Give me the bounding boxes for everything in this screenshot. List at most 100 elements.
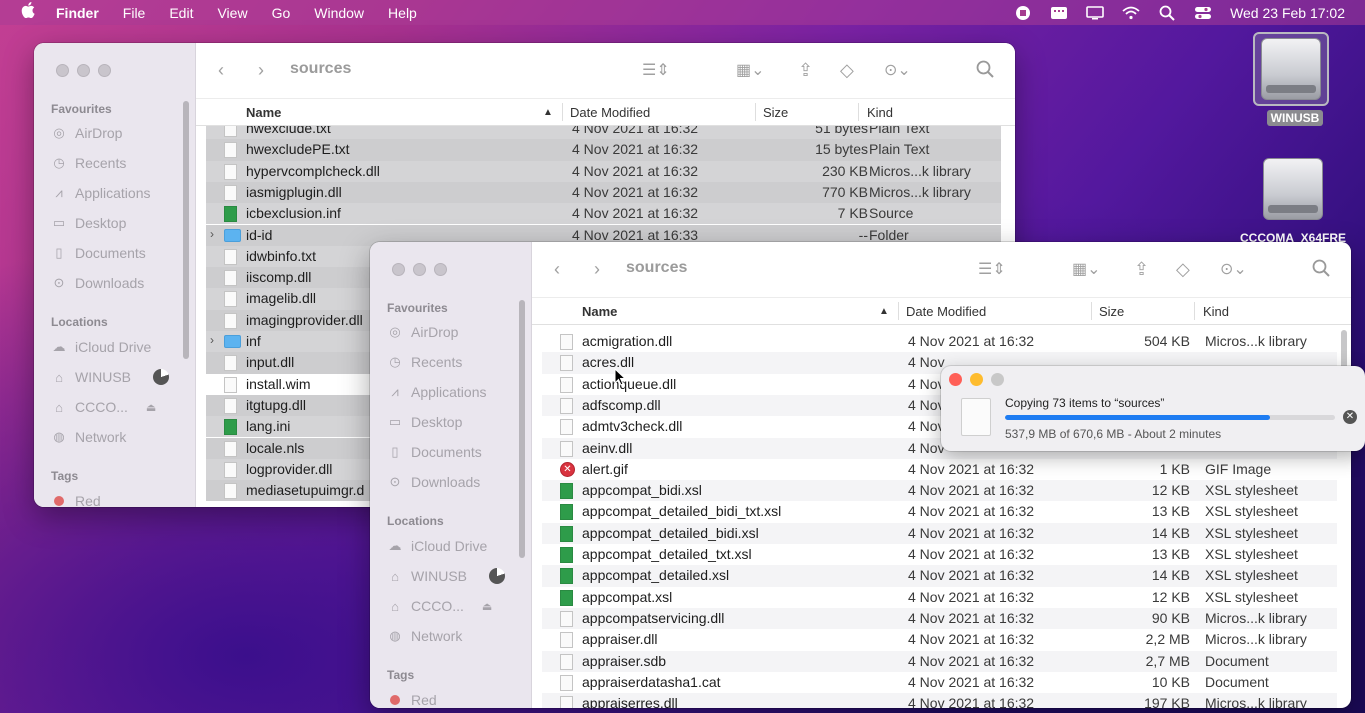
wifi-icon[interactable]	[1122, 6, 1140, 20]
table-row[interactable]: appraiser.sdb 4 Nov 2021 at 16:32 2,7 MB Do…	[542, 650, 1337, 672]
column-size[interactable]: Size	[763, 105, 788, 120]
zoom-button[interactable]	[98, 64, 111, 77]
share-icon[interactable]: ⇪	[1134, 259, 1149, 280]
sidebar-item-recents[interactable]: ◷ Recents	[51, 155, 126, 171]
sidebar-item-desktop[interactable]: ▭ Desktop	[387, 414, 463, 430]
back-icon[interactable]: ‹	[218, 60, 224, 81]
disclosure-triangle-icon[interactable]: ›	[210, 333, 214, 347]
minimize-button[interactable]	[77, 64, 90, 77]
menu-finder[interactable]: Finder	[56, 5, 99, 21]
list-view-icon[interactable]: ☰⇕	[642, 60, 670, 80]
apple-menu-icon[interactable]	[0, 2, 56, 23]
more-actions-icon[interactable]: ⊙⌄	[884, 60, 911, 80]
forward-icon[interactable]: ›	[258, 60, 264, 81]
search-icon[interactable]	[1312, 259, 1330, 282]
table-row[interactable]: appcompat_detailed_txt.xsl 4 Nov 2021 at …	[542, 544, 1337, 565]
column-name[interactable]: Name	[582, 304, 617, 319]
back-icon[interactable]: ‹	[554, 259, 560, 280]
table-row[interactable]: appraiserdatasha1.cat 4 Nov 2021 at 16:32…	[542, 672, 1337, 693]
menu-edit[interactable]: Edit	[169, 5, 193, 21]
forward-icon[interactable]: ›	[594, 259, 600, 280]
menu-help[interactable]: Help	[388, 5, 417, 21]
table-row[interactable]: appcompatservicing.dll 4 Nov 2021 at 16:3…	[542, 607, 1337, 630]
sidebar-item-network[interactable]: ◍ Network	[387, 628, 462, 644]
sidebar-scrollbar[interactable]	[519, 300, 525, 558]
table-row[interactable]: hypervcomplcheck.dll 4 Nov 2021 at 16:32 2…	[206, 160, 1001, 182]
list-view-icon[interactable]: ☰⇕	[978, 259, 1006, 279]
table-row[interactable]: icbexclusion.inf 4 Nov 2021 at 16:32 7 KB S…	[206, 203, 1001, 225]
search-icon[interactable]	[1158, 5, 1176, 21]
column-date[interactable]: Date Modified	[570, 105, 650, 120]
sidebar-item-desktop[interactable]: ▭ Desktop	[51, 215, 127, 231]
column-name[interactable]: Name	[246, 105, 281, 120]
sidebar-item-downloads[interactable]: ⊙ Downloads	[51, 275, 145, 291]
sidebar-item-cccoma[interactable]: ⌂ CCCO... ⏏	[51, 399, 156, 415]
sort-ascending-icon[interactable]: ▲	[879, 306, 889, 317]
eject-icon[interactable]: ⏏	[482, 600, 492, 613]
sidebar-item-downloads[interactable]: ⊙ Downloads	[387, 474, 481, 490]
sidebar-item-network[interactable]: ◍ Network	[51, 429, 126, 445]
sidebar-item-icloud[interactable]: ☁ iCloud Drive	[51, 339, 152, 355]
table-row[interactable]: ✕ alert.gif 4 Nov 2021 at 16:32 1 KB GIF Ima…	[542, 459, 1337, 480]
group-icon[interactable]: ▦⌄	[1072, 259, 1101, 279]
minimize-button[interactable]	[413, 263, 426, 276]
share-icon[interactable]: ⇪	[798, 60, 813, 81]
record-stop-icon[interactable]	[1014, 5, 1032, 20]
sidebar-item-applications[interactable]: ⩘ Applications	[51, 185, 150, 201]
sidebar-item-recents[interactable]: ◷ Recents	[387, 354, 462, 370]
sort-ascending-icon[interactable]: ▲	[543, 107, 553, 118]
table-row[interactable]: appcompat_detailed_bidi.xsl 4 Nov 2021 at…	[542, 522, 1337, 544]
close-button[interactable]	[949, 373, 962, 386]
sidebar-item-airdrop[interactable]: ◎ AirDrop	[51, 125, 122, 141]
table-row[interactable]: iasmigplugin.dll 4 Nov 2021 at 16:32 770 K…	[206, 181, 1001, 204]
table-row[interactable]: hwexcludePE.txt 4 Nov 2021 at 16:32 15 byt…	[206, 139, 1001, 161]
sidebar-item-icloud[interactable]: ☁ iCloud Drive	[387, 538, 488, 554]
menubar-clock[interactable]: Wed 23 Feb 17:02	[1230, 5, 1345, 21]
column-kind[interactable]: Kind	[867, 105, 893, 120]
sidebar-item-applications[interactable]: ⩘ Applications	[387, 384, 486, 400]
close-button[interactable]	[56, 64, 69, 77]
display-icon[interactable]	[1086, 5, 1104, 20]
sidebar-item-documents[interactable]: ▯ Documents	[387, 444, 481, 460]
tag-icon[interactable]: ◇	[840, 60, 854, 81]
desktop-drive-cccoma[interactable]: CCCOMA_X64FRE	[1228, 158, 1358, 246]
zoom-button[interactable]	[434, 263, 447, 276]
sidebar-item-cccoma[interactable]: ⌂ CCCO... ⏏	[387, 598, 492, 614]
tag-icon[interactable]: ◇	[1176, 259, 1190, 280]
sidebar-item-airdrop[interactable]: ◎ AirDrop	[387, 324, 458, 340]
keyboard-brightness-icon[interactable]	[1050, 6, 1068, 20]
more-actions-icon[interactable]: ⊙⌄	[1220, 259, 1247, 279]
control-center-icon[interactable]	[1194, 6, 1212, 20]
column-size[interactable]: Size	[1099, 304, 1124, 319]
table-row[interactable]: appcompat_detailed.xsl 4 Nov 2021 at 16:3…	[542, 565, 1337, 587]
eject-icon[interactable]: ⏏	[146, 401, 156, 414]
sidebar-item-winusb[interactable]: ⌂ WINUSB	[51, 369, 169, 385]
sidebar-item-winusb[interactable]: ⌂ WINUSB	[387, 568, 505, 584]
disclosure-triangle-icon[interactable]: ›	[210, 227, 214, 241]
sidebar-item-tag-red[interactable]: Red	[51, 493, 101, 507]
menu-window[interactable]: Window	[314, 5, 364, 21]
table-row[interactable]: appraiser.dll 4 Nov 2021 at 16:32 2,2 MB Mi…	[542, 629, 1337, 650]
table-row[interactable]: hwexclude.txt 4 Nov 2021 at 16:32 51 bytes…	[206, 126, 1001, 140]
menu-view[interactable]: View	[217, 5, 247, 21]
desktop-drive-winusb[interactable]: WINUSB	[1253, 32, 1337, 126]
column-date[interactable]: Date Modified	[906, 304, 986, 319]
group-icon[interactable]: ▦⌄	[736, 60, 765, 80]
table-row[interactable]: appraiserres.dll 4 Nov 2021 at 16:32 197 K…	[542, 693, 1337, 708]
table-row[interactable]: appcompat_bidi.xsl 4 Nov 2021 at 16:32 12 …	[542, 480, 1337, 502]
sidebar-item-tag-red[interactable]: Red	[387, 692, 437, 708]
table-row[interactable]: appcompat.xsl 4 Nov 2021 at 16:32 12 KB XSL…	[542, 587, 1337, 608]
search-icon[interactable]	[976, 60, 994, 83]
close-button[interactable]	[392, 263, 405, 276]
zoom-button[interactable]	[991, 373, 1004, 386]
cancel-copy-icon[interactable]: ✕	[1343, 410, 1357, 424]
menu-go[interactable]: Go	[272, 5, 291, 21]
column-kind[interactable]: Kind	[1203, 304, 1229, 319]
sidebar-item-documents[interactable]: ▯ Documents	[51, 245, 145, 261]
table-row[interactable]: appcompat_detailed_bidi_txt.xsl 4 Nov 202…	[542, 501, 1337, 522]
sidebar-scrollbar[interactable]	[183, 101, 189, 359]
minimize-button[interactable]	[970, 373, 983, 386]
menu-file[interactable]: File	[123, 5, 146, 21]
table-row[interactable]: acmigration.dll 4 Nov 2021 at 16:32 504 KB…	[542, 331, 1337, 352]
finder-window-front[interactable]: Favourites ◎ AirDrop ◷ Recents ⩘ Applicatio…	[370, 242, 1351, 708]
